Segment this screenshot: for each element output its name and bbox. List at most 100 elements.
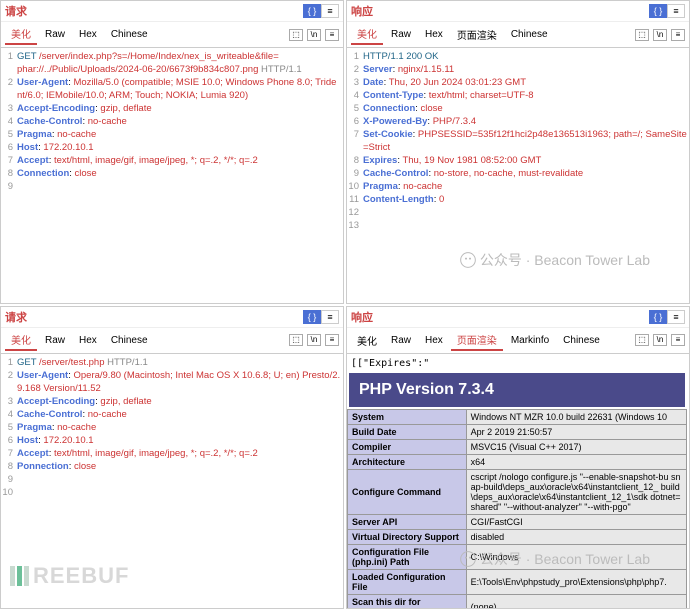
line-gutter: 6 — [1, 434, 17, 447]
line-gutter: 6 — [1, 141, 17, 154]
tab-pretty[interactable]: 美化 — [351, 24, 383, 45]
tab-markinfo[interactable]: Markinfo — [505, 333, 555, 348]
view-json-button[interactable]: { } — [649, 4, 667, 18]
php-value: Windows NT MZR 10.0 build 22631 (Windows… — [466, 409, 686, 424]
code-line: 2User-Agent: Opera/9.80 (Macintosh; Inte… — [1, 369, 341, 395]
encode-icon[interactable]: ⬚ — [635, 29, 649, 41]
newline-icon[interactable]: \n — [307, 334, 321, 346]
tab-hex[interactable]: Hex — [419, 27, 449, 42]
expires-text: [["Expires":" — [347, 356, 687, 371]
tabs-row: 美化 Raw Hex Chinese ⬚ \n ≡ — [1, 22, 343, 48]
newline-icon[interactable]: \n — [653, 334, 667, 346]
view-toggle: { } ≡ — [303, 4, 339, 18]
line-code: Set-Cookie: PHPSESSID=535f12f1hci2p48e13… — [363, 128, 687, 154]
pane-title: 请求 — [5, 3, 303, 19]
render-body[interactable]: [["Expires":" PHP Version 7.3.4 SystemWi… — [347, 354, 689, 609]
line-gutter: 10 — [347, 180, 363, 193]
wrap-icon[interactable]: ≡ — [325, 29, 339, 41]
pane-header: 响应 { } ≡ — [347, 1, 689, 22]
newline-icon[interactable]: \n — [307, 29, 321, 41]
view-json-button[interactable]: { } — [303, 4, 321, 18]
php-info-table: SystemWindows NT MZR 10.0 build 22631 (W… — [347, 409, 687, 609]
line-gutter: 5 — [1, 128, 17, 141]
line-gutter: 8 — [1, 167, 17, 180]
code-body[interactable]: 1HTTP/1.1 200 OK2Server: nginx/1.15.113D… — [347, 48, 689, 303]
wrap-icon[interactable]: ≡ — [671, 29, 685, 41]
line-code: Expires: Thu, 19 Nov 1981 08:52:00 GMT — [363, 154, 687, 167]
code-line: 8Connection: close — [1, 167, 341, 180]
tab-chinese[interactable]: Chinese — [505, 27, 554, 42]
code-line: 4Cache-Control: no-cache — [1, 115, 341, 128]
encode-icon[interactable]: ⬚ — [289, 334, 303, 346]
line-gutter: 9 — [1, 180, 17, 193]
view-json-button[interactable]: { } — [649, 310, 667, 324]
line-gutter: 5 — [1, 421, 17, 434]
code-line: 8Ponnection: close — [1, 460, 341, 473]
tabs-row: 美化 Raw Hex 页面渲染 Chinese ⬚ \n ≡ — [347, 22, 689, 48]
line-gutter: 3 — [347, 76, 363, 89]
code-line: 7Set-Cookie: PHPSESSID=535f12f1hci2p48e1… — [347, 128, 687, 154]
view-json-button[interactable]: { } — [303, 310, 321, 324]
line-gutter: 13 — [347, 219, 363, 232]
php-value: (none) — [466, 594, 686, 608]
view-toggle: { } ≡ — [649, 310, 685, 324]
line-code: Accept-Encoding: gzip, deflate — [17, 102, 341, 115]
line-gutter: 11 — [347, 193, 363, 206]
tab-chinese[interactable]: Chinese — [105, 27, 154, 42]
tab-pretty[interactable]: 美化 — [5, 330, 37, 351]
code-line: 13 — [347, 219, 687, 232]
code-body[interactable]: 1GET /server/index.php?s=/Home/Index/nex… — [1, 48, 343, 303]
encode-icon[interactable]: ⬚ — [289, 29, 303, 41]
php-value: cscript /nologo configure.js "--enable-s… — [466, 469, 686, 514]
code-line: 8Expires: Thu, 19 Nov 1981 08:52:00 GMT — [347, 154, 687, 167]
tab-pretty[interactable]: 美化 — [5, 24, 37, 45]
code-line: 11Content-Length: 0 — [347, 193, 687, 206]
wrap-icon[interactable]: ≡ — [325, 334, 339, 346]
tabs-row: 美化 Raw Hex 页面渲染 Markinfo Chinese ⬚ \n ≡ — [347, 328, 689, 354]
line-code: GET /server/index.php?s=/Home/Index/nex_… — [17, 50, 341, 76]
pane-header: 请求 { } ≡ — [1, 307, 343, 328]
php-key: Configure Command — [348, 469, 467, 514]
tab-raw[interactable]: Raw — [385, 333, 417, 348]
php-value: disabled — [466, 529, 686, 544]
tab-raw[interactable]: Raw — [385, 27, 417, 42]
code-line: 2Server: nginx/1.15.11 — [347, 63, 687, 76]
php-key: Architecture — [348, 454, 467, 469]
line-gutter: 2 — [1, 369, 17, 382]
tab-hex[interactable]: Hex — [73, 27, 103, 42]
line-code: User-Agent: Opera/9.80 (Macintosh; Intel… — [17, 369, 341, 395]
view-list-button[interactable]: ≡ — [667, 4, 685, 18]
line-code: Cache-Control: no-store, no-cache, must-… — [363, 167, 687, 180]
table-row: Scan this dir for additional .ini files(… — [348, 594, 687, 608]
view-list-button[interactable]: ≡ — [321, 4, 339, 18]
php-value: C:\Windows — [466, 544, 686, 569]
tab-chinese[interactable]: Chinese — [557, 333, 606, 348]
code-line: 6X-Powered-By: PHP/7.3.4 — [347, 115, 687, 128]
pane-header: 请求 { } ≡ — [1, 1, 343, 22]
line-code: Server: nginx/1.15.11 — [363, 63, 687, 76]
code-line: 10 — [1, 486, 341, 499]
table-row: Architecturex64 — [348, 454, 687, 469]
tab-render[interactable]: 页面渲染 — [451, 25, 503, 44]
view-list-button[interactable]: ≡ — [667, 310, 685, 324]
tab-hex[interactable]: Hex — [73, 333, 103, 348]
tab-raw[interactable]: Raw — [39, 27, 71, 42]
table-row: Configure Commandcscript /nologo configu… — [348, 469, 687, 514]
wrap-icon[interactable]: ≡ — [671, 334, 685, 346]
php-version-bar: PHP Version 7.3.4 — [349, 373, 685, 407]
encode-icon[interactable]: ⬚ — [635, 334, 649, 346]
line-gutter: 2 — [1, 76, 17, 89]
line-gutter: 9 — [1, 473, 17, 486]
tab-chinese[interactable]: Chinese — [105, 333, 154, 348]
code-line: 10Pragma: no-cache — [347, 180, 687, 193]
view-list-button[interactable]: ≡ — [321, 310, 339, 324]
code-line: 9 — [1, 180, 341, 193]
tab-pretty[interactable]: 美化 — [351, 331, 383, 350]
tab-raw[interactable]: Raw — [39, 333, 71, 348]
tab-render[interactable]: 页面渲染 — [451, 330, 503, 351]
table-row: CompilerMSVC15 (Visual C++ 2017) — [348, 439, 687, 454]
newline-icon[interactable]: \n — [653, 29, 667, 41]
tab-hex[interactable]: Hex — [419, 333, 449, 348]
line-gutter: 1 — [347, 50, 363, 63]
code-body[interactable]: 1GET /server/test.php HTTP/1.12User-Agen… — [1, 354, 343, 609]
